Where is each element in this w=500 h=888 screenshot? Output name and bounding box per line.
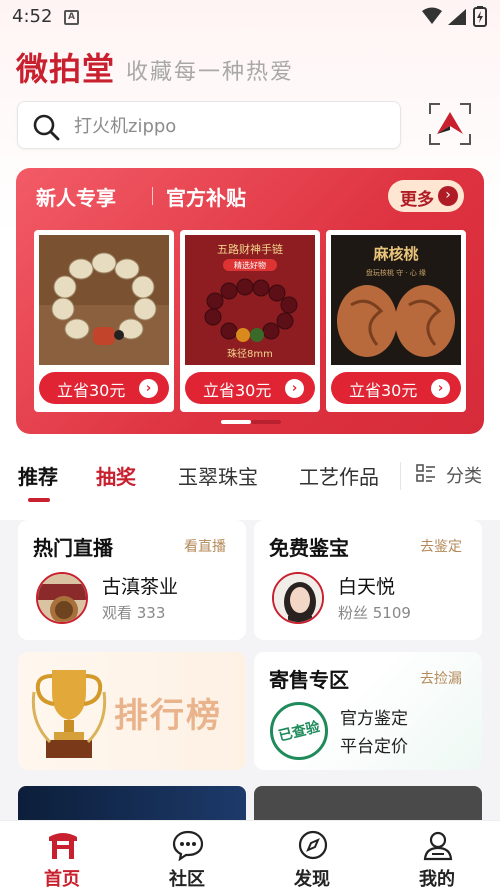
card-link[interactable]: 看直播 bbox=[184, 536, 226, 556]
streamer-name: 古滇茶业 bbox=[102, 576, 179, 598]
consign-line-1: 官方鉴定 bbox=[340, 709, 408, 729]
brand-slogan: 收藏每一种热爱 bbox=[126, 60, 295, 85]
avatar bbox=[36, 572, 88, 624]
save-label: 立省30元 bbox=[203, 381, 272, 400]
image-tag: 精选好物 bbox=[234, 260, 266, 270]
nav-discover[interactable]: 发现 bbox=[277, 827, 347, 888]
promo-product[interactable]: 五路财神手链 精选好物 珠径8mm 立省30元 › bbox=[180, 230, 320, 412]
search-bar[interactable] bbox=[17, 101, 401, 149]
nav-community[interactable]: 社区 bbox=[152, 827, 222, 888]
image-title: 麻核桃 bbox=[372, 245, 418, 263]
stamp-text: 已查验 bbox=[276, 719, 322, 745]
nav-home[interactable]: 首页 bbox=[27, 827, 97, 888]
chat-bubble-icon bbox=[172, 830, 204, 861]
system-icons bbox=[422, 6, 487, 27]
card-link[interactable]: 去鉴定 bbox=[420, 536, 462, 556]
nav-label: 发现 bbox=[294, 869, 330, 888]
ranking-banner[interactable]: 排行榜 bbox=[18, 652, 246, 770]
nav-label: 我的 bbox=[419, 869, 455, 888]
card-title: 热门直播 bbox=[33, 536, 113, 560]
nav-label: 社区 bbox=[169, 869, 205, 888]
status-time: 4:52 bbox=[12, 6, 53, 27]
tab-separator bbox=[400, 462, 401, 490]
walnut-image: 麻核桃 盘玩核桃 守 · 心 缘 bbox=[331, 235, 461, 365]
image-caption: 盘玩核桃 守 · 心 缘 bbox=[366, 268, 426, 277]
category-tabs: 推荐 抽奖 玉翠珠宝 工艺作品 分类 bbox=[0, 456, 500, 506]
scan-icon[interactable] bbox=[428, 102, 472, 146]
card-title: 免费鉴宝 bbox=[269, 536, 349, 560]
chevron-right-icon: › bbox=[431, 379, 450, 398]
promo-subtitle: 官方补贴 bbox=[166, 186, 246, 210]
tab-jade-jewelry[interactable]: 玉翠珠宝 bbox=[178, 461, 258, 490]
bottom-navigation: 首页 社区 发现 我的 bbox=[0, 820, 500, 888]
tab-recommend[interactable]: 推荐 bbox=[18, 461, 58, 490]
signal-icon bbox=[448, 9, 466, 25]
save-label: 立省30元 bbox=[349, 381, 418, 400]
category-button[interactable]: 分类 bbox=[414, 462, 482, 490]
ranking-label: 排行榜 bbox=[114, 696, 222, 736]
active-tab-indicator bbox=[28, 498, 50, 502]
wifi-icon bbox=[422, 7, 442, 24]
search-input[interactable] bbox=[74, 112, 384, 140]
trophy-icon bbox=[31, 670, 107, 758]
nav-profile[interactable]: 我的 bbox=[402, 827, 472, 888]
brand-logo: 微拍堂 bbox=[16, 50, 116, 88]
status-bar: 4:52 A bbox=[0, 0, 500, 34]
save-label: 立省30元 bbox=[57, 381, 126, 400]
free-appraisal-card[interactable]: 免费鉴宝 去鉴定 白天悦 粉丝 5109 bbox=[254, 520, 482, 640]
bodhi-bracelet-image bbox=[39, 235, 169, 365]
consign-line-2: 平台定价 bbox=[340, 737, 408, 757]
promo-product[interactable]: 麻核桃 盘玩核桃 守 · 心 缘 立省30元 › bbox=[326, 230, 466, 412]
tab-crafts[interactable]: 工艺作品 bbox=[299, 461, 379, 490]
compass-icon bbox=[298, 830, 328, 860]
avatar bbox=[272, 572, 324, 624]
hot-live-card[interactable]: 热门直播 看直播 古滇茶业 观看 333 bbox=[18, 520, 246, 640]
viewer-count: 观看 333 bbox=[102, 604, 166, 622]
nav-label: 首页 bbox=[44, 869, 80, 888]
search-icon bbox=[33, 114, 60, 141]
card-title: 寄售专区 bbox=[269, 668, 349, 692]
chevron-right-icon: › bbox=[139, 379, 158, 398]
red-bead-bracelet-image: 五路财神手链 精选好物 珠径8mm bbox=[185, 235, 315, 365]
promo-product[interactable]: 立省30元 › bbox=[34, 230, 174, 412]
grid-list-icon bbox=[416, 464, 435, 482]
card-link[interactable]: 去捡漏 bbox=[420, 668, 462, 688]
promo-title: 新人专享 bbox=[36, 186, 116, 210]
profile-icon bbox=[423, 831, 453, 861]
appraiser-name: 白天悦 bbox=[338, 576, 396, 598]
home-gate-icon bbox=[49, 833, 77, 859]
follower-count: 粉丝 5109 bbox=[338, 604, 411, 622]
tab-lottery[interactable]: 抽奖 bbox=[96, 461, 136, 490]
more-label: 更多 bbox=[400, 190, 434, 210]
consignment-card[interactable]: 寄售专区 去捡漏 已查验 官方鉴定 平台定价 bbox=[254, 652, 482, 770]
category-label: 分类 bbox=[446, 466, 482, 487]
promo-divider bbox=[152, 187, 153, 205]
verified-stamp: 已查验 bbox=[270, 702, 328, 760]
carousel-indicator bbox=[221, 420, 281, 424]
image-caption: 珠径8mm bbox=[227, 347, 273, 360]
save-30-button[interactable]: 立省30元 › bbox=[185, 372, 315, 404]
newcomer-promo-card: 新人专享 官方补贴 更多 › 立省30元 › 五路财神手链 精选好物 珠径8mm… bbox=[16, 168, 484, 434]
image-title: 五路财神手链 bbox=[217, 242, 283, 256]
chevron-right-icon: › bbox=[438, 186, 458, 206]
notification-icon: A bbox=[64, 10, 79, 25]
promo-more-button[interactable]: 更多 › bbox=[388, 180, 464, 212]
chevron-right-icon: › bbox=[285, 379, 304, 398]
save-30-button[interactable]: 立省30元 › bbox=[331, 372, 461, 404]
save-30-button[interactable]: 立省30元 › bbox=[39, 372, 169, 404]
